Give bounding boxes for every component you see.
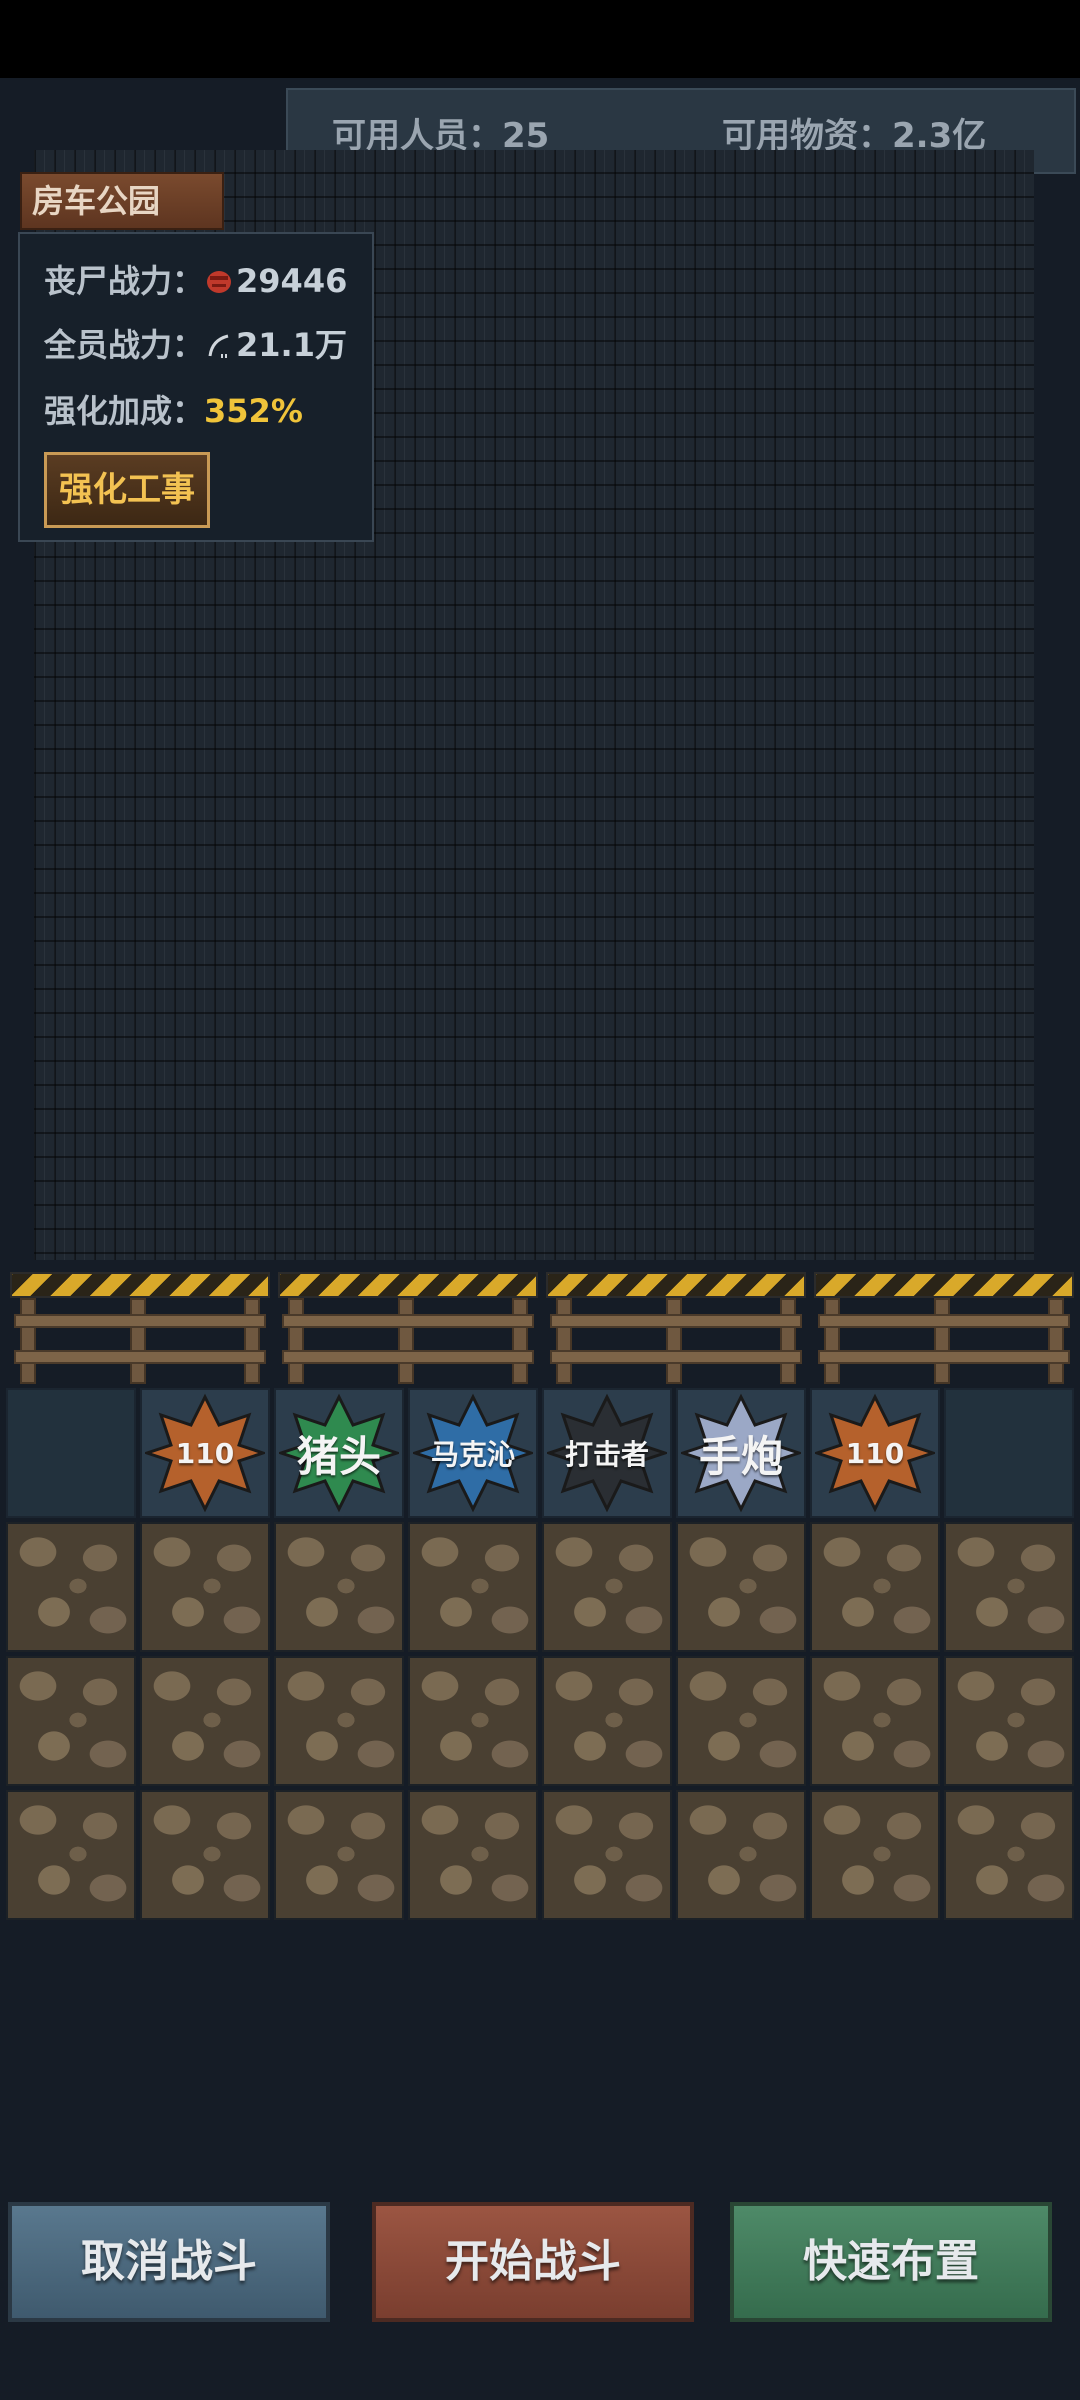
unit-badge[interactable]: 110 — [815, 1393, 935, 1513]
zombie-power-label: 丧尸战力： — [44, 262, 205, 300]
deployment-slot[interactable]: 110 — [140, 1388, 270, 1518]
ground-tile[interactable] — [6, 1790, 136, 1920]
deployment-slot[interactable]: 手炮 — [676, 1388, 806, 1518]
barricade-post — [512, 1298, 528, 1384]
barricade-rail — [818, 1314, 1070, 1328]
deployment-slot[interactable]: 110 — [810, 1388, 940, 1518]
ground-tile[interactable] — [810, 1790, 940, 1920]
ground-tile[interactable] — [274, 1790, 404, 1920]
unit-badge[interactable]: 猪头 — [279, 1393, 399, 1513]
hazard-stripe — [10, 1272, 270, 1298]
hazard-stripe — [814, 1272, 1074, 1298]
ground-tile[interactable] — [140, 1656, 270, 1786]
hazard-stripe — [278, 1272, 538, 1298]
unit-label: 110 — [845, 1436, 905, 1470]
barricade — [10, 1272, 270, 1384]
ground-tile[interactable] — [676, 1656, 806, 1786]
unit-label: 猪头 — [296, 1431, 381, 1481]
barricade-post — [244, 1298, 260, 1384]
barricade-rail — [282, 1350, 534, 1364]
unit-badge[interactable]: 马克沁 — [413, 1393, 533, 1513]
barricade — [278, 1272, 538, 1384]
ground-tile[interactable] — [810, 1522, 940, 1652]
start-battle-button[interactable]: 开始战斗 — [372, 2202, 694, 2322]
ground-tile[interactable] — [140, 1790, 270, 1920]
barricade-post — [130, 1298, 146, 1384]
ground-tile[interactable] — [944, 1522, 1074, 1652]
zombie-power-value: 29446 — [236, 262, 348, 300]
unit-label: 手炮 — [698, 1431, 783, 1481]
barricade — [546, 1272, 806, 1384]
ground-tile[interactable] — [542, 1656, 672, 1786]
info-panel: 丧尸战力： 29446 全员战力： 21.1万 强化加成：352% 强化工事 — [18, 232, 374, 542]
barricade-rail — [14, 1350, 266, 1364]
zombie-power-row: 丧尸战力： 29446 — [44, 256, 347, 302]
barricade-post — [288, 1298, 304, 1384]
barricade-rail — [550, 1350, 802, 1364]
barricade-rail — [282, 1314, 534, 1328]
bonus-row: 强化加成：352% — [44, 386, 303, 432]
deployment-slot[interactable] — [944, 1388, 1074, 1518]
unit-label: 110 — [175, 1436, 235, 1470]
ground-tile[interactable] — [274, 1522, 404, 1652]
ground-tile[interactable] — [408, 1522, 538, 1652]
team-power-row: 全员战力： 21.1万 — [44, 320, 347, 366]
barricade-post — [780, 1298, 796, 1384]
unit-label: 马克沁 — [430, 1438, 515, 1471]
ground-tile[interactable] — [944, 1656, 1074, 1786]
ground-tile[interactable] — [542, 1522, 672, 1652]
barricade-post — [666, 1298, 682, 1384]
deployment-slot-row: 110 猪头 马克沁 打击者 手炮 110 — [6, 1388, 1074, 1518]
barricade-post — [20, 1298, 36, 1384]
ground-tile[interactable] — [810, 1656, 940, 1786]
bonus-label: 强化加成： — [44, 392, 205, 430]
bonus-value: 352% — [204, 392, 303, 430]
ground-tile[interactable] — [944, 1790, 1074, 1920]
deployment-slot[interactable]: 马克沁 — [408, 1388, 538, 1518]
ground-tile[interactable] — [542, 1790, 672, 1920]
blade-icon — [204, 330, 234, 360]
barricade-post — [1048, 1298, 1064, 1384]
barricade-rail — [14, 1314, 266, 1328]
barricade-post — [398, 1298, 414, 1384]
ground-tile[interactable] — [6, 1656, 136, 1786]
deployment-slot[interactable]: 打击者 — [542, 1388, 672, 1518]
reinforce-fortification-button[interactable]: 强化工事 — [44, 452, 210, 528]
ground-tile[interactable] — [676, 1790, 806, 1920]
unit-badge[interactable]: 110 — [145, 1393, 265, 1513]
barricade-post — [824, 1298, 840, 1384]
hazard-stripe — [546, 1272, 806, 1298]
deployment-slot[interactable]: 猪头 — [274, 1388, 404, 1518]
barricade-post — [934, 1298, 950, 1384]
ground-tile[interactable] — [408, 1790, 538, 1920]
ground-tile[interactable] — [676, 1522, 806, 1652]
barricade-rail — [550, 1314, 802, 1328]
location-name: 房车公园 — [20, 172, 224, 230]
unit-label: 打击者 — [564, 1438, 649, 1471]
ground-tile[interactable] — [140, 1522, 270, 1652]
barricade — [814, 1272, 1074, 1384]
zombie-head-icon — [204, 266, 234, 296]
quick-deploy-button[interactable]: 快速布置 — [730, 2202, 1052, 2322]
barricade-rail — [818, 1350, 1070, 1364]
status-bar — [0, 0, 1080, 78]
unit-badge[interactable]: 手炮 — [681, 1393, 801, 1513]
team-power-label: 全员战力： — [44, 326, 205, 364]
ground-tile[interactable] — [6, 1522, 136, 1652]
barricade-post — [556, 1298, 572, 1384]
cancel-battle-button[interactable]: 取消战斗 — [8, 2202, 330, 2322]
unit-badge[interactable]: 打击者 — [547, 1393, 667, 1513]
ground-tile[interactable] — [274, 1656, 404, 1786]
ground-tile[interactable] — [408, 1656, 538, 1786]
deployment-slot[interactable] — [6, 1388, 136, 1518]
team-power-value: 21.1万 — [236, 326, 347, 364]
